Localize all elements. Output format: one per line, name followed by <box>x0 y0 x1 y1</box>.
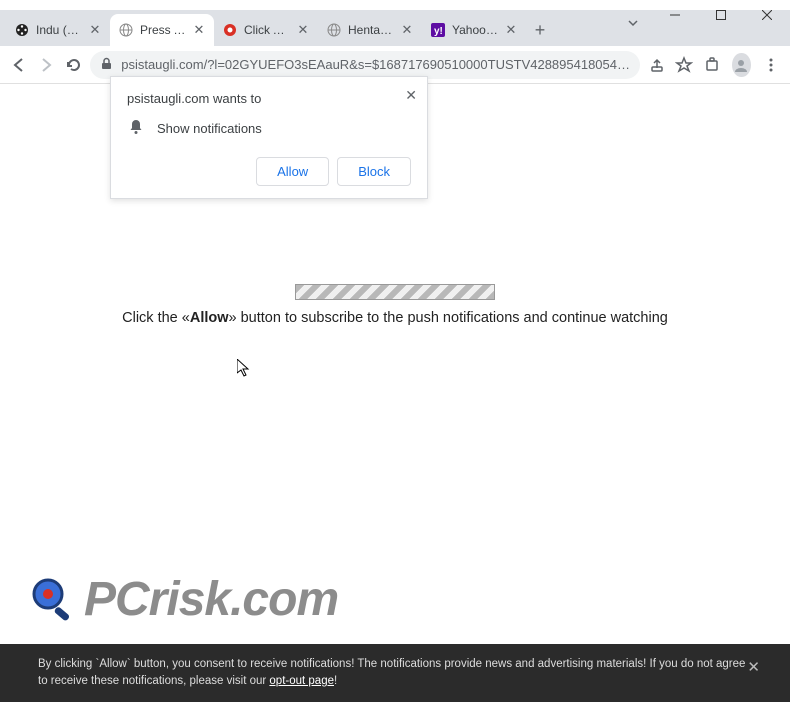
address-bar[interactable]: psistaugli.com/?l=02GYUEFO3sEAauR&s=$168… <box>90 51 640 79</box>
window-maximize-button[interactable] <box>698 0 744 30</box>
globe-icon <box>326 22 342 38</box>
tab-close-icon[interactable]: ✕ <box>296 23 310 37</box>
window-minimize-button[interactable] <box>652 0 698 30</box>
allow-button[interactable]: Allow <box>256 157 329 186</box>
tab-0[interactable]: Indu (202 ✕ <box>6 14 110 46</box>
opt-out-link[interactable]: opt-out page <box>269 675 334 687</box>
share-icon[interactable] <box>646 51 667 79</box>
permission-site-text: psistaugli.com wants to <box>127 91 411 106</box>
tab-4[interactable]: y! Yahoo | M ✕ <box>422 14 526 46</box>
bookmark-star-icon[interactable] <box>673 51 694 79</box>
block-button[interactable]: Block <box>337 157 411 186</box>
film-icon <box>14 22 30 38</box>
permission-label: Show notifications <box>157 121 262 136</box>
content-message: Click the «Allow» button to subscribe to… <box>0 310 790 326</box>
extensions-icon[interactable] <box>701 51 722 79</box>
tab-3[interactable]: Hentai Ha ✕ <box>318 14 422 46</box>
lock-icon <box>100 57 113 73</box>
window-close-button[interactable] <box>744 0 790 30</box>
consent-close-icon[interactable]: ✕ <box>747 657 760 680</box>
watermark: PCrisk.com <box>30 572 338 627</box>
url-text: psistaugli.com/?l=02GYUEFO3sEAauR&s=$168… <box>121 57 630 72</box>
progress-loader <box>295 284 495 300</box>
menu-icon[interactable] <box>761 51 782 79</box>
permission-dialog: ✕ psistaugli.com wants to Show notificat… <box>110 76 428 199</box>
watermark-text: PCrisk.com <box>84 572 338 627</box>
red-favicon-icon <box>222 22 238 38</box>
consent-line2-suffix: ! <box>334 675 337 687</box>
tab-close-icon[interactable]: ✕ <box>400 23 414 37</box>
consent-line1: By clicking `Allow` button, you consent … <box>38 658 716 670</box>
yahoo-favicon-icon: y! <box>430 22 446 38</box>
tab-title: Indu (202 <box>36 23 82 37</box>
mouse-cursor-icon <box>237 359 251 382</box>
svg-text:y!: y! <box>434 26 443 37</box>
tab-title: Press Allo <box>140 23 186 37</box>
chevron-down-icon[interactable] <box>626 16 640 35</box>
back-button[interactable] <box>8 51 29 79</box>
globe-icon <box>118 22 134 38</box>
tab-1[interactable]: Press Allo ✕ <box>110 14 214 46</box>
forward-button[interactable] <box>35 51 56 79</box>
tab-title: Hentai Ha <box>348 23 394 37</box>
new-tab-button[interactable]: + <box>526 16 554 44</box>
tab-close-icon[interactable]: ✕ <box>88 23 102 37</box>
profile-avatar-icon[interactable] <box>732 53 750 77</box>
tab-2[interactable]: Click Allo ✕ <box>214 14 318 46</box>
bell-icon <box>127 118 145 139</box>
tab-title: Yahoo | M <box>452 23 498 37</box>
tab-close-icon[interactable]: ✕ <box>192 23 206 37</box>
permission-close-icon[interactable]: ✕ <box>405 87 417 104</box>
consent-bar: ✕ By clicking `Allow` button, you consen… <box>0 644 790 702</box>
tab-title: Click Allo <box>244 23 290 37</box>
tab-close-icon[interactable]: ✕ <box>504 23 518 37</box>
magnifier-icon <box>30 576 78 624</box>
reload-button[interactable] <box>63 51 84 79</box>
